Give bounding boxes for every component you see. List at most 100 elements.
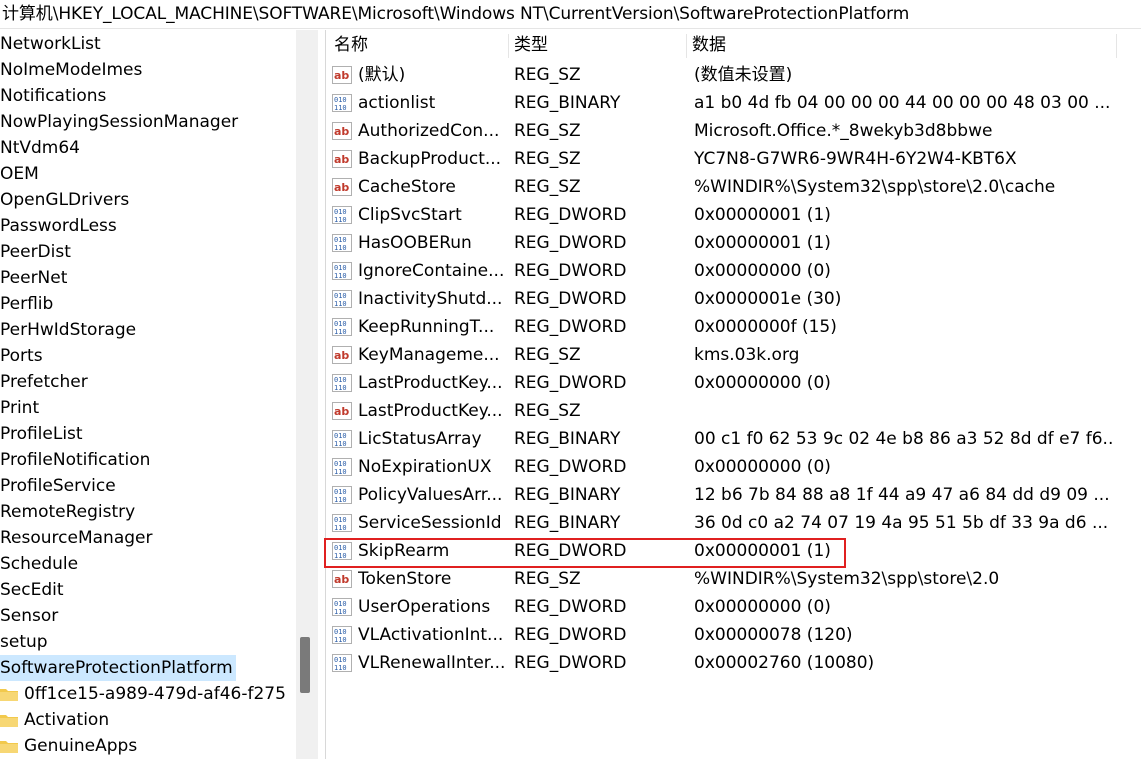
tree-item[interactable]: setup	[0, 629, 48, 655]
value-row[interactable]: 010 110 HasOOBERun REG_DWORD 0x00000001 (1)	[326, 229, 1141, 257]
tree-item[interactable]: Print	[0, 395, 39, 421]
tree-item[interactable]: NtVdm64	[0, 135, 80, 161]
tree-item[interactable]: OEM	[0, 161, 39, 187]
tree-item[interactable]: PeerDist	[0, 239, 71, 265]
tree-scrollbar[interactable]	[296, 30, 318, 759]
value-row[interactable]: 010 110 LicStatusArray REG_BINARY 00 c1 f0 6…	[326, 425, 1141, 453]
tree-item[interactable]: NetworkList	[0, 31, 101, 57]
registry-key-tree[interactable]: NetworkList NoImeModeImes Notifications Now…	[0, 30, 296, 759]
value-row[interactable]: ab CacheStore REG_SZ %WINDIR%\System32\spp\…	[326, 173, 1141, 201]
tree-item[interactable]: GenuineApps	[0, 733, 137, 759]
tree-item-label: PerHwIdStorage	[0, 320, 137, 340]
column-header-type[interactable]: 类型	[514, 30, 548, 60]
tree-item[interactable]: ProfileService	[0, 473, 116, 499]
value-data: 0x00000078 (120)	[694, 625, 853, 645]
value-row[interactable]: 010 110 actionlist REG_BINARY a1 b0 4d fb 04…	[326, 89, 1141, 117]
column-divider[interactable]	[508, 34, 509, 58]
string-value-icon: ab	[332, 66, 352, 84]
value-type: REG_DWORD	[514, 653, 627, 673]
svg-text:ab: ab	[334, 349, 349, 362]
tree-item[interactable]: ProfileNotification	[0, 447, 150, 473]
value-row[interactable]: 010 110 InactivityShutd... REG_DWORD 0x00000…	[326, 285, 1141, 313]
value-row[interactable]: ab (默认) REG_SZ (数值未设置)	[326, 61, 1141, 89]
tree-item[interactable]: PerHwIdStorage	[0, 317, 136, 343]
value-row[interactable]: 010 110 UserOperations REG_DWORD 0x00000000 …	[326, 593, 1141, 621]
value-row[interactable]: 010 110 KeepRunningT... REG_DWORD 0x0000000f…	[326, 313, 1141, 341]
tree-item[interactable]: SoftwareProtectionPlatform	[0, 655, 236, 681]
tree-item[interactable]: Prefetcher	[0, 369, 88, 395]
value-data: 36 0d c0 a2 74 07 19 4a 95 51 5b df 33 9…	[694, 513, 1109, 533]
value-row[interactable]: 010 110 LastProductKey... REG_DWORD 0x000000…	[326, 369, 1141, 397]
value-data: 0x00000000 (0)	[694, 373, 831, 393]
column-divider[interactable]	[686, 34, 687, 58]
value-type: REG_SZ	[514, 121, 581, 141]
tree-item[interactable]: Notifications	[0, 83, 106, 109]
value-row[interactable]: ab AuthorizedCon... REG_SZ Microsoft.Office…	[326, 117, 1141, 145]
value-data: 0x00000001 (1)	[694, 233, 831, 253]
tree-item[interactable]: 0ff1ce15-a989-479d-af46-f275	[0, 681, 286, 707]
value-row[interactable]: 010 110 SkipRearm REG_DWORD 0x00000001 (1)	[326, 537, 1141, 565]
string-value-icon: ab	[332, 122, 352, 140]
value-name: LastProductKey...	[358, 401, 503, 421]
svg-text:010: 010	[334, 320, 347, 328]
tree-item-label: Sensor	[0, 606, 59, 626]
value-name: ServiceSessionId	[358, 513, 502, 533]
value-data: 0x00000000 (0)	[694, 261, 831, 281]
value-type: REG_SZ	[514, 149, 581, 169]
svg-text:010: 010	[334, 96, 347, 104]
tree-item[interactable]: Activation	[0, 707, 109, 733]
column-header-name[interactable]: 名称	[334, 30, 368, 60]
value-name: InactivityShutd...	[358, 289, 503, 309]
binary-value-icon: 010110	[332, 626, 352, 644]
value-row[interactable]: ab BackupProduct... REG_SZ YC7N8-G7WR6-9WR4…	[326, 145, 1141, 173]
svg-text:110: 110	[334, 664, 347, 672]
value-row[interactable]: 010 110 ServiceSessionId REG_BINARY 36 0d c0…	[326, 509, 1141, 537]
tree-item[interactable]: NowPlayingSessionManager	[0, 109, 238, 135]
value-row[interactable]: 010 110 ClipSvcStart REG_DWORD 0x00000001 (1…	[326, 201, 1141, 229]
tree-item[interactable]: Perflib	[0, 291, 53, 317]
tree-item[interactable]: Sensor	[0, 603, 58, 629]
column-header-data[interactable]: 数据	[692, 30, 726, 60]
value-data: 0x00000001 (1)	[694, 205, 831, 225]
tree-item[interactable]: Schedule	[0, 551, 78, 577]
svg-text:110: 110	[334, 104, 347, 112]
svg-text:010: 010	[334, 488, 347, 496]
tree-item[interactable]: ProfileList	[0, 421, 83, 447]
value-type: REG_DWORD	[514, 457, 627, 477]
column-divider[interactable]	[1116, 34, 1117, 58]
value-row[interactable]: ab TokenStore REG_SZ %WINDIR%\System32\spp\…	[326, 565, 1141, 593]
tree-item[interactable]: NoImeModeImes	[0, 57, 142, 83]
value-data: %WINDIR%\System32\spp\store\2.0	[694, 569, 1000, 589]
address-bar[interactable]: 计算机\HKEY_LOCAL_MACHINE\SOFTWARE\Microsof…	[0, 0, 1141, 29]
value-data: kms.03k.org	[694, 345, 800, 365]
tree-item[interactable]: ResourceManager	[0, 525, 152, 551]
value-row[interactable]: 010 110 VLRenewalInter... REG_DWORD 0x000027…	[326, 649, 1141, 677]
tree-item[interactable]: PeerNet	[0, 265, 67, 291]
value-row[interactable]: ab KeyManageme... REG_SZ kms.03k.org	[326, 341, 1141, 369]
binary-value-icon: 010110	[332, 206, 352, 224]
value-row[interactable]: 010 110 IgnoreContaine... REG_DWORD 0x000000…	[326, 257, 1141, 285]
tree-item-label: Activation	[24, 710, 110, 730]
tree-item[interactable]: OpenGLDrivers	[0, 187, 129, 213]
value-row[interactable]: ab LastProductKey... REG_SZ	[326, 397, 1141, 425]
value-type: REG_DWORD	[514, 317, 627, 337]
tree-item[interactable]: Ports	[0, 343, 43, 369]
tree-item[interactable]: PasswordLess	[0, 213, 117, 239]
value-row[interactable]: 010 110 VLActivationInt... REG_DWORD 0x00000…	[326, 621, 1141, 649]
value-type: REG_DWORD	[514, 233, 627, 253]
tree-item[interactable]: RemoteRegistry	[0, 499, 135, 525]
binary-value-icon: 010110	[332, 542, 352, 560]
svg-text:ab: ab	[334, 181, 349, 194]
tree-item[interactable]: SecEdit	[0, 577, 64, 603]
svg-text:110: 110	[334, 524, 347, 532]
pane-splitter[interactable]	[318, 30, 324, 759]
tree-scrollbar-thumb[interactable]	[300, 637, 310, 693]
tree-item-label: ProfileNotification	[0, 450, 151, 470]
value-row[interactable]: 010 110 NoExpirationUX REG_DWORD 0x00000000 …	[326, 453, 1141, 481]
svg-text:010: 010	[334, 600, 347, 608]
svg-text:010: 010	[334, 656, 347, 664]
value-type: REG_DWORD	[514, 625, 627, 645]
registry-values-list[interactable]: 名称 类型 数据 ab (默认) REG_SZ (数值未设置) 010 110 action…	[325, 30, 1141, 759]
svg-text:110: 110	[334, 216, 347, 224]
value-row[interactable]: 010 110 PolicyValuesArr... REG_BINARY 12 b6 …	[326, 481, 1141, 509]
